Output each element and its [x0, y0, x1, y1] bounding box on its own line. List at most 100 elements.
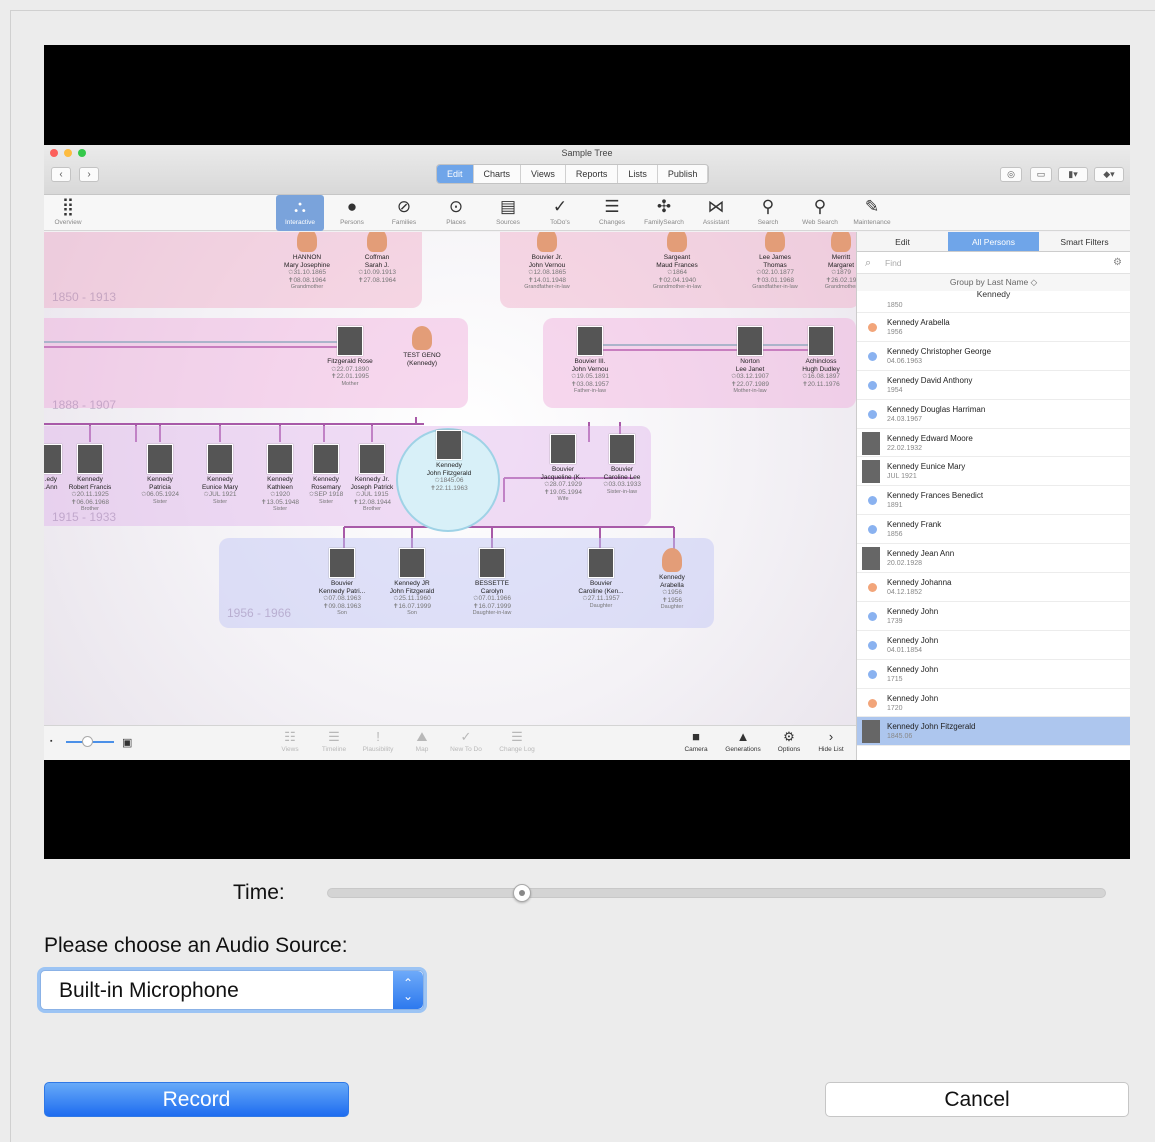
- bottom-camera[interactable]: ■ Camera: [671, 728, 721, 754]
- person-card[interactable]: Sargeant Maud Frances ✩1864 ✝02.04.1940 Gr…: [642, 232, 712, 292]
- cancel-button[interactable]: Cancel: [825, 1082, 1129, 1117]
- list-item[interactable]: Kennedy Eunice Mary JUL 1921: [857, 457, 1130, 487]
- forward-button[interactable]: ›: [79, 167, 99, 182]
- record-button[interactable]: Record: [44, 1082, 349, 1117]
- toolbar-familysearch[interactable]: ✣ FamilySearch: [640, 195, 688, 231]
- bottom-map[interactable]: ⛰ Map: [397, 728, 447, 754]
- bottom-new-to-do[interactable]: ✓ New To Do: [441, 728, 491, 754]
- person-role: Grandmother: [824, 284, 856, 290]
- person-card[interactable]: Kennedy Arabella ✩1956 ✝1956 Daughter: [637, 548, 707, 612]
- toolbar-maintenance[interactable]: ✎ Maintenance: [848, 195, 896, 231]
- zoom-in-icon[interactable]: ▣: [122, 736, 132, 749]
- find-field[interactable]: ⌕ Find ⚙: [857, 252, 1130, 274]
- toolbar-changes[interactable]: ☰ Changes: [588, 195, 636, 231]
- person-card[interactable]: Kennedy Jr. Joseph Patrick ✩JUL 1915 ✝12.…: [337, 444, 407, 514]
- toolbar-sources[interactable]: ▤ Sources: [484, 195, 532, 231]
- person-silhouette-icon: [662, 548, 682, 572]
- toolbar-search[interactable]: ⚲ Search: [744, 195, 792, 231]
- person-card[interactable]: TEST GENO (Kennedy): [387, 326, 457, 367]
- time-slider[interactable]: [327, 888, 1106, 898]
- sidebar-tab-smart-filters[interactable]: Smart Filters: [1039, 232, 1130, 251]
- zoom-out-icon[interactable]: ▪: [50, 738, 52, 745]
- toolbar-assistant[interactable]: ⋈ Assistant: [692, 195, 740, 231]
- person-dates: ✩02.10.1877 ✝03.01.1968: [756, 269, 794, 284]
- audio-source-select[interactable]: Built-in Microphone ⌃ ⌄: [37, 967, 427, 1013]
- bottom-generations[interactable]: ▲ Generations: [718, 728, 768, 754]
- person-card[interactable]: Kennedy JR John Fitzgerald ✩25.11.1960 ✝1…: [377, 548, 447, 618]
- tab-publish[interactable]: Publish: [658, 165, 709, 183]
- person-card[interactable]: Lee James Thomas ✩02.10.1877 ✝03.01.1968 G…: [740, 232, 810, 292]
- bottom-plausibility[interactable]: ! Plausibility: [353, 728, 403, 754]
- back-button[interactable]: ‹: [51, 167, 71, 182]
- person-card[interactable]: Norton Lee Janet ✩03.12.1907 ✝22.07.1989 M…: [715, 326, 785, 396]
- person-card[interactable]: Kennedy Robert Francis ✩20.11.1925 ✝06.06…: [55, 444, 125, 514]
- list-item[interactable]: Kennedy Edward Moore 22.02.1932: [857, 429, 1130, 458]
- bottom-change-log[interactable]: ☰ Change Log: [492, 728, 542, 754]
- toolbar-label: Changes: [598, 219, 626, 226]
- list-item[interactable]: Kennedy David Anthony 1954: [857, 371, 1130, 400]
- person-card[interactable]: Bouvier Caroline (Ken... ✩27.11.1957 Daugh…: [566, 548, 636, 610]
- gender-dot-icon: [868, 525, 877, 535]
- toolbar-interactive[interactable]: ⛬ Interactive: [276, 195, 324, 231]
- person-name: Fitzgerald Rose: [327, 358, 373, 365]
- tab-reports[interactable]: Reports: [566, 165, 619, 183]
- tab-views[interactable]: Views: [521, 165, 566, 183]
- list-item[interactable]: Kennedy Jean Ann 20.02.1928: [857, 544, 1130, 574]
- person-card[interactable]: Fitzgerald Rose ✩22.07.1890 ✝22.01.1995 Mo…: [315, 326, 385, 388]
- list-item[interactable]: Kennedy Frank 1856: [857, 515, 1130, 545]
- bottom-hide-list[interactable]: › Hide List: [806, 728, 856, 754]
- toolbar-websearch[interactable]: ⚲ Web Search: [796, 195, 844, 231]
- list-item[interactable]: Kennedy John Fitzgerald 1845.06: [857, 717, 1130, 747]
- toolbar-overview[interactable]: ⣿ Overview: [44, 195, 92, 231]
- bottom-label: Generations: [725, 746, 761, 753]
- list-item[interactable]: Kennedy John 1715: [857, 660, 1130, 689]
- toolbar-todos[interactable]: ✓ ToDo's: [536, 195, 584, 231]
- tab-edit[interactable]: Edit: [437, 165, 474, 183]
- toolbar-persons[interactable]: ● Persons: [328, 195, 376, 231]
- sidebar-toggle-icon[interactable]: ▭: [1030, 167, 1052, 182]
- list-item[interactable]: Kennedy John 04.01.1854: [857, 631, 1130, 660]
- bottom-timeline[interactable]: ☰ Timeline: [309, 728, 359, 754]
- sources-icon: ▤: [499, 197, 517, 216]
- person-name: Lee James Thomas: [759, 254, 791, 269]
- gender-dot-icon: [868, 351, 877, 361]
- person-year: 1739: [887, 617, 903, 625]
- list-item[interactable]: Kennedy Christopher George 04.06.1963: [857, 342, 1130, 371]
- sidebar-tabs: Edit All Persons Smart Filters: [857, 232, 1130, 252]
- sidebar-tab-all-persons[interactable]: All Persons: [948, 232, 1039, 251]
- share-icon[interactable]: ◎: [1000, 167, 1022, 182]
- person-card[interactable]: BESSETTE Carolyn ✩07.01.1966 ✝16.07.1999 D…: [457, 548, 527, 618]
- person-card[interactable]: Coffman Sarah J. ✩10.09.1913 ✝27.08.1964: [342, 232, 412, 284]
- person-card[interactable]: Bouvier III. John Vernou ✩19.05.1891 ✝03.…: [555, 326, 625, 396]
- zoom-slider-knob[interactable]: [82, 736, 93, 747]
- tag-icon[interactable]: ◆▾: [1094, 167, 1124, 182]
- time-slider-knob[interactable]: [512, 884, 531, 902]
- list-item[interactable]: Kennedy Frances Benedict 1891: [857, 486, 1130, 516]
- sidebar-tab-edit[interactable]: Edit: [857, 232, 948, 251]
- list-item[interactable]: Kennedy Johanna 04.12.1852: [857, 573, 1130, 602]
- interactive-tree-canvas[interactable]: 1850 - 1913 1888 - 1907 1915 - 1933 1956…: [44, 232, 856, 725]
- person-role: Daughter: [589, 602, 613, 609]
- person-card[interactable]: Bouvier Kennedy Patri... ✩07.08.1963 ✝09.…: [307, 548, 377, 618]
- toolbar-families[interactable]: ⊘ Families: [380, 195, 428, 231]
- list-item[interactable]: Kennedy John 1720: [857, 689, 1130, 718]
- tab-charts[interactable]: Charts: [474, 165, 522, 183]
- list-item[interactable]: Kennedy John 1739: [857, 602, 1130, 631]
- list-item[interactable]: Kennedy Arabella 1956: [857, 313, 1130, 342]
- person-thumbnail: [862, 431, 880, 455]
- person-card[interactable]: Achincloss Hugh Dudley ✩16.08.1897 ✝20.11…: [786, 326, 856, 388]
- person-name: Kennedy John: [887, 693, 939, 703]
- gear-icon[interactable]: ⚙: [1113, 252, 1122, 274]
- list-item[interactable]: Kennedy Douglas Harriman 24.03.1967: [857, 400, 1130, 429]
- bottom-views[interactable]: ☷ Views: [265, 728, 315, 754]
- tab-lists[interactable]: Lists: [618, 165, 658, 183]
- person-card[interactable]: HANNON Mary Josephine ✩31.10.1865 ✝08.08.…: [272, 232, 342, 292]
- list-item[interactable]: 1850: [857, 300, 1130, 313]
- person-card[interactable]: Bouvier Jr. John Vernou ✩12.08.1865 ✝14.0…: [512, 232, 582, 292]
- person-dates: ✩JUL 1915 ✝12.08.1944: [353, 491, 391, 506]
- person-card[interactable]: Bouvier Caroline Lee ✩03.03.1933 Sister-in…: [587, 434, 657, 496]
- person-card[interactable]: Merritt Margaret ✩1879 ✝26.02.19 Grandmoth…: [806, 232, 856, 292]
- bookmark-icon[interactable]: ▮▾: [1058, 167, 1088, 182]
- toolbar-places[interactable]: ⊙ Places: [432, 195, 480, 231]
- person-card[interactable]: Kennedy John Fitzgerald ✩1845.06 ✝22.11.1…: [414, 430, 484, 492]
